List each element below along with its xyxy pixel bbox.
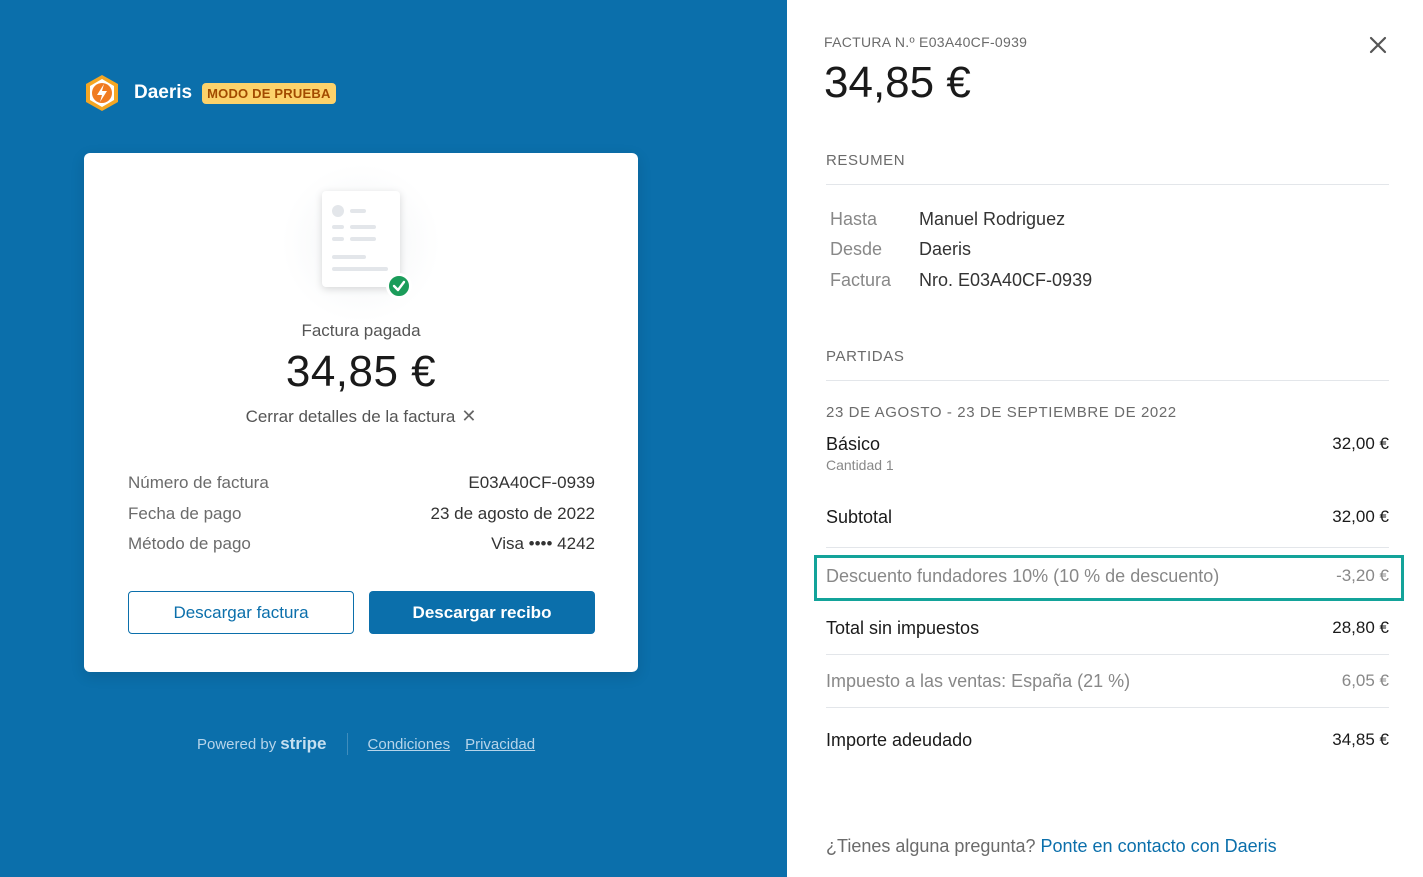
divider xyxy=(826,547,1389,548)
download-invoice-button[interactable]: Descargar factura xyxy=(128,591,354,634)
items-title: PARTIDAS xyxy=(826,348,905,365)
privacy-link[interactable]: Privacidad xyxy=(465,736,535,753)
invoice-detail-panel: FACTURA N.º E03A40CF-0939 34,85 € RESUME… xyxy=(787,0,1423,877)
subtotal-row: Subtotal 32,00 € xyxy=(826,507,1389,528)
discount-label: Descuento fundadores 10% (10 % de descue… xyxy=(826,566,1220,586)
brand-name: Daeris xyxy=(134,82,193,103)
paid-amount: 34,85 € xyxy=(285,347,437,396)
payment-method-row: Método de pago Visa •••• 4242 xyxy=(128,534,595,554)
contact-link[interactable]: Ponte en contacto con Daeris xyxy=(1041,836,1277,856)
invoice-number-heading: FACTURA N.º E03A40CF-0939 xyxy=(824,34,1028,50)
summary-value: Daeris xyxy=(919,239,972,259)
amount-due-row: Importe adeudado 34,85 € xyxy=(826,730,1389,751)
item-name: Básico xyxy=(826,434,881,454)
summary-label: Factura xyxy=(830,270,892,290)
close-icon: ✕ xyxy=(461,406,477,426)
subtotal-label: Subtotal xyxy=(826,507,893,527)
summary-label: Hasta xyxy=(830,209,878,229)
daeris-logo-icon xyxy=(84,74,120,112)
row-label: Método de pago xyxy=(128,534,251,553)
discount-value: -3,20 € xyxy=(1336,566,1389,585)
footer: Powered by stripe Condiciones Privacidad xyxy=(197,733,550,755)
row-value: 23 de agosto de 2022 xyxy=(430,504,595,523)
tax-value: 6,05 € xyxy=(1341,671,1389,690)
total-no-tax-row: Total sin impuestos 28,80 € xyxy=(826,618,1389,639)
powered-by-label: Powered by xyxy=(197,735,277,753)
divider xyxy=(826,707,1389,708)
subtotal-value: 32,00 € xyxy=(1332,507,1389,526)
left-panel: Daeris MODO DE PRUEBA Factura pagada 34,… xyxy=(0,0,787,877)
discount-row: Descuento fundadores 10% (10 % de descue… xyxy=(826,566,1389,587)
payment-status: Factura pagada xyxy=(301,321,421,340)
tax-row: Impuesto a las ventas: España (21 %) 6,0… xyxy=(826,671,1389,692)
total-no-tax-label: Total sin impuestos xyxy=(826,618,980,638)
row-value: Visa •••• 4242 xyxy=(491,534,595,553)
billing-period: 23 DE AGOSTO - 23 DE SEPTIEMBRE DE 2022 xyxy=(826,404,1177,421)
invoice-card: Factura pagada 34,85 € Cerrar detalles d… xyxy=(84,153,638,672)
divider xyxy=(826,184,1389,185)
test-mode-badge: MODO DE PRUEBA xyxy=(202,82,336,104)
line-item: Básico 32,00 € xyxy=(826,434,1389,455)
close-panel-icon[interactable] xyxy=(1367,34,1389,56)
contact-line: ¿Tienes alguna pregunta? Ponte en contac… xyxy=(826,836,1277,857)
divider xyxy=(826,380,1389,381)
row-value: E03A40CF-0939 xyxy=(468,473,595,492)
footer-divider xyxy=(346,733,348,755)
row-label: Número de factura xyxy=(128,473,269,492)
invoice-number-row: Número de factura E03A40CF-0939 xyxy=(128,473,595,493)
row-label: Fecha de pago xyxy=(128,504,242,523)
close-details-link[interactable]: Cerrar detalles de la factura ✕ xyxy=(84,406,638,427)
stripe-logo[interactable]: stripe xyxy=(280,734,326,754)
summary-to-row: Hasta Manuel Rodriguez xyxy=(830,209,1065,230)
payment-date-row: Fecha de pago 23 de agosto de 2022 xyxy=(128,504,595,524)
tax-label: Impuesto a las ventas: España (21 %) xyxy=(826,671,1131,691)
summary-from-row: Desde Daeris xyxy=(830,239,971,260)
amount-due-value: 34,85 € xyxy=(1332,730,1389,749)
checkmark-icon xyxy=(386,273,412,299)
summary-label: Desde xyxy=(830,239,883,259)
summary-title: RESUMEN xyxy=(826,152,906,169)
divider xyxy=(826,654,1389,655)
download-receipt-button[interactable]: Descargar recibo xyxy=(369,591,595,634)
amount-due-label: Importe adeudado xyxy=(826,730,973,750)
item-quantity: Cantidad 1 xyxy=(826,457,894,473)
summary-value: Nro. E03A40CF-0939 xyxy=(919,270,1093,290)
close-details-label: Cerrar detalles de la factura xyxy=(245,407,456,426)
invoice-total: 34,85 € xyxy=(824,58,971,107)
item-amount: 32,00 € xyxy=(1332,434,1389,453)
total-no-tax-value: 28,80 € xyxy=(1332,618,1389,637)
summary-invoice-row: Factura Nro. E03A40CF-0939 xyxy=(830,270,1092,291)
terms-link[interactable]: Condiciones xyxy=(368,736,451,753)
invoice-document-icon xyxy=(322,191,400,287)
brand-header: Daeris MODO DE PRUEBA xyxy=(84,74,336,112)
summary-value: Manuel Rodriguez xyxy=(919,209,1066,229)
question-text: ¿Tienes alguna pregunta? xyxy=(826,836,1036,856)
